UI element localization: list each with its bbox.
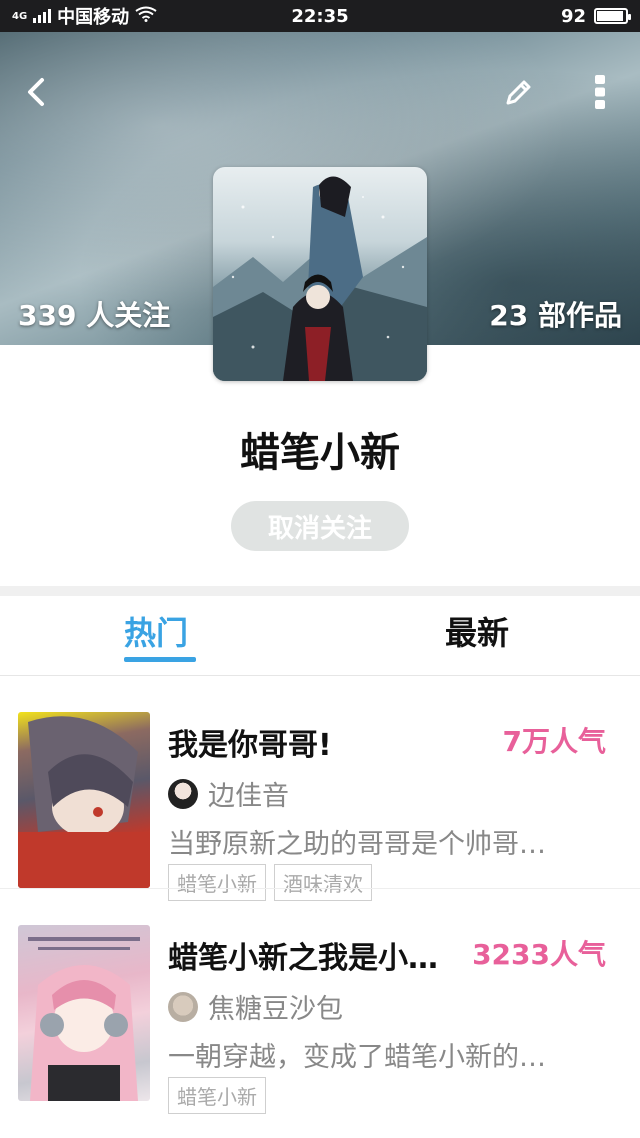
- popularity-count: 3233人气: [472, 938, 606, 971]
- popularity-count: 7万人气: [502, 725, 606, 758]
- work-author-name: 焦糖豆沙包: [208, 994, 343, 1025]
- work-title[interactable]: 蜡笔小新之我是小…: [168, 933, 458, 977]
- work-tags: 蜡笔小新: [168, 1077, 266, 1114]
- battery-percent: 92: [560, 5, 586, 27]
- section-divider: [0, 586, 640, 596]
- work-author-row[interactable]: 焦糖豆沙包: [168, 987, 343, 1026]
- avatar: [168, 778, 198, 809]
- followers-count[interactable]: 339 人关注: [18, 294, 170, 334]
- wifi-icon: [135, 6, 157, 27]
- avatar-illustration: [213, 176, 427, 381]
- edit-button[interactable]: [497, 70, 541, 114]
- tab-new[interactable]: 最新: [445, 608, 509, 654]
- status-bar: 4G 中国移动 22:35 92: [0, 0, 640, 32]
- carrier-name: 中国移动: [57, 7, 130, 28]
- work-title[interactable]: 我是你哥哥!: [168, 720, 458, 764]
- work-list-item[interactable]: 蜡笔小新之我是小… 3233人气 焦糖豆沙包 一朝穿越，变成了蜡笔小新的… 蜡笔…: [0, 888, 640, 1114]
- tab-hot[interactable]: 热门: [124, 608, 188, 654]
- status-bar-right: 92: [560, 5, 631, 27]
- works-count[interactable]: 23 部作品: [489, 294, 622, 334]
- work-description: 当野原新之助的哥哥是个帅哥…: [168, 829, 546, 860]
- tag[interactable]: 蜡笔小新: [168, 1077, 266, 1114]
- work-cover: [18, 712, 150, 888]
- work-cover: [18, 925, 150, 1101]
- pencil-icon: [506, 80, 531, 105]
- more-button[interactable]: [578, 70, 622, 114]
- status-bar-left: 4G 中国移动: [12, 3, 157, 29]
- network-label: 4G: [12, 10, 28, 22]
- author-name: 蜡笔小新: [240, 430, 400, 476]
- signal-icon: [33, 9, 52, 23]
- author-avatar[interactable]: [213, 167, 427, 381]
- more-vertical-icon: [595, 75, 605, 109]
- work-author-row[interactable]: 边佳音: [168, 774, 289, 813]
- work-list-item[interactable]: 我是你哥哥! 7万人气 边佳音 当野原新之助的哥哥是个帅哥… 蜡笔小新 酒味清欢: [0, 676, 640, 901]
- works-tabs: 热门 最新: [0, 596, 640, 676]
- chevron-left-icon: [28, 78, 44, 106]
- active-tab-indicator: [124, 657, 196, 662]
- battery-icon: [594, 8, 631, 24]
- avatar: [168, 991, 198, 1022]
- work-author-name: 边佳音: [208, 781, 289, 812]
- back-button[interactable]: [14, 70, 58, 114]
- unfollow-button[interactable]: 取消关注: [231, 501, 409, 551]
- work-description: 一朝穿越，变成了蜡笔小新的…: [168, 1042, 546, 1073]
